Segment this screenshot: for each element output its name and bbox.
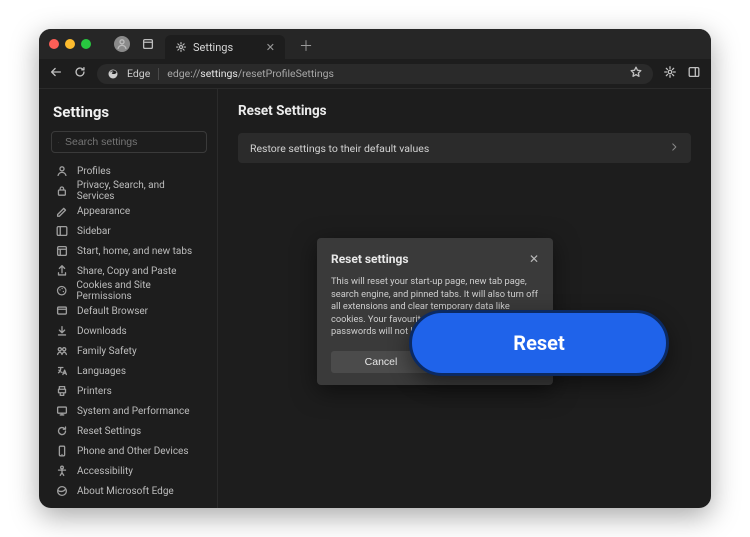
- favorite-icon[interactable]: [629, 65, 643, 82]
- back-button[interactable]: [49, 65, 63, 82]
- default-icon: [55, 304, 69, 318]
- sidebar-item-label: Share, Copy and Paste: [77, 266, 176, 277]
- sidebar-title: Settings: [53, 103, 207, 121]
- settings-menu-button[interactable]: [663, 65, 677, 82]
- family-icon: [55, 344, 69, 358]
- tab-close-button[interactable]: ✕: [266, 41, 275, 54]
- lock-icon: [55, 184, 69, 198]
- url-separator: [158, 68, 159, 80]
- sidebar-item-accessibility[interactable]: Accessibility: [51, 461, 207, 481]
- maximize-window-button[interactable]: [81, 39, 91, 49]
- sidebar-item-languages[interactable]: Languages: [51, 361, 207, 381]
- sidebar-item-label: Accessibility: [77, 466, 133, 477]
- phone-icon: [55, 444, 69, 458]
- sidebar-item-label: Default Browser: [77, 306, 148, 317]
- tab-title: Settings: [193, 41, 233, 54]
- url-prefix: edge://: [167, 67, 200, 80]
- sidebar-item-phone-and-other-devices[interactable]: Phone and Other Devices: [51, 441, 207, 461]
- sidebar-item-label: About Microsoft Edge: [77, 486, 174, 497]
- titlebar: Settings ✕ ＋: [39, 29, 711, 59]
- download-icon: [55, 324, 69, 338]
- sidebar-item-label: Phone and Other Devices: [77, 446, 189, 457]
- dialog-close-button[interactable]: ✕: [529, 252, 539, 266]
- sidebar-item-share-copy-and-paste[interactable]: Share, Copy and Paste: [51, 261, 207, 281]
- system-icon: [55, 404, 69, 418]
- url-field[interactable]: Edge edge://settings/resetProfileSetting…: [97, 64, 653, 84]
- avatar-icon[interactable]: [113, 35, 131, 53]
- new-tab-button[interactable]: ＋: [299, 36, 313, 56]
- sidebar-item-label: Printers: [77, 386, 112, 397]
- url-text: edge://settings/resetProfileSettings: [167, 67, 334, 80]
- sidebar-item-reset-settings[interactable]: Reset Settings: [51, 421, 207, 441]
- sidebar-item-label: Languages: [77, 366, 126, 377]
- reset-icon: [55, 424, 69, 438]
- share-icon: [55, 264, 69, 278]
- url-brand: Edge: [127, 67, 150, 80]
- sidebar-item-label: Family Safety: [77, 346, 137, 357]
- reset-callout: Reset: [409, 310, 669, 376]
- sidebar-item-label: Reset Settings: [77, 426, 141, 437]
- chevron-right-icon: [669, 142, 679, 155]
- sidebar-item-system-and-performance[interactable]: System and Performance: [51, 401, 207, 421]
- url-lit: settings: [200, 67, 238, 80]
- address-bar: Edge edge://settings/resetProfileSetting…: [39, 59, 711, 89]
- search-icon: [58, 137, 59, 148]
- search-input[interactable]: [65, 136, 200, 148]
- sidebar-item-downloads[interactable]: Downloads: [51, 321, 207, 341]
- browser-window: Settings ✕ ＋ Edge edge://settings/resetP…: [39, 29, 711, 508]
- edge-icon: [55, 484, 69, 498]
- start-icon: [55, 244, 69, 258]
- edge-logo-icon: [107, 68, 119, 80]
- sidebar-nav: Profiles Privacy, Search, and Services App…: [51, 161, 207, 501]
- cookies-icon: [55, 284, 68, 297]
- sidebar-item-printers[interactable]: Printers: [51, 381, 207, 401]
- sidebar-item-start-home-and-new-tabs[interactable]: Start, home, and new tabs: [51, 241, 207, 261]
- settings-sidebar: Settings Profiles Privacy, Search, and Se…: [39, 89, 217, 508]
- sidebar-item-sidebar[interactable]: Sidebar: [51, 221, 207, 241]
- reload-button[interactable]: [73, 65, 87, 82]
- appearance-icon: [55, 204, 69, 218]
- sidebar-item-label: Cookies and Site Permissions: [76, 280, 203, 302]
- sidebar-item-default-browser[interactable]: Default Browser: [51, 301, 207, 321]
- url-suffix: /resetProfileSettings: [238, 67, 334, 80]
- dialog-title: Reset settings: [331, 252, 409, 266]
- sidebar-item-profiles[interactable]: Profiles: [51, 161, 207, 181]
- printer-icon: [55, 384, 69, 398]
- sidebar-item-cookies-and-site-permissions[interactable]: Cookies and Site Permissions: [51, 281, 207, 301]
- restore-defaults-label: Restore settings to their default values: [250, 142, 429, 155]
- sidebar-item-label: Privacy, Search, and Services: [77, 180, 203, 202]
- profile-icon: [55, 164, 69, 178]
- collections-icon[interactable]: [139, 35, 157, 53]
- sidebar-item-appearance[interactable]: Appearance: [51, 201, 207, 221]
- sidebar-item-privacy-search-and-services[interactable]: Privacy, Search, and Services: [51, 181, 207, 201]
- language-icon: [55, 364, 69, 378]
- sidebar-item-about-microsoft-edge[interactable]: About Microsoft Edge: [51, 481, 207, 501]
- sidebar-item-label: Start, home, and new tabs: [77, 246, 192, 257]
- restore-defaults-row[interactable]: Restore settings to their default values: [238, 133, 691, 163]
- sidebar-item-label: Profiles: [77, 166, 111, 177]
- sidebar-item-label: Downloads: [77, 326, 127, 337]
- accessibility-icon: [55, 464, 69, 478]
- sidebar-item-label: Appearance: [77, 206, 130, 217]
- sidebar-item-label: System and Performance: [77, 406, 190, 417]
- sidebar-item-label: Sidebar: [77, 226, 111, 237]
- sidebar-item-family-safety[interactable]: Family Safety: [51, 341, 207, 361]
- reset-callout-label: Reset: [513, 331, 564, 355]
- close-window-button[interactable]: [49, 39, 59, 49]
- search-settings[interactable]: [51, 131, 207, 153]
- page-title: Reset Settings: [238, 103, 691, 119]
- minimize-window-button[interactable]: [65, 39, 75, 49]
- window-controls: [49, 39, 91, 49]
- gear-icon: [175, 41, 187, 53]
- side-panel-button[interactable]: [687, 65, 701, 82]
- sidebar-icon: [55, 224, 69, 238]
- tab-settings[interactable]: Settings ✕: [165, 35, 285, 59]
